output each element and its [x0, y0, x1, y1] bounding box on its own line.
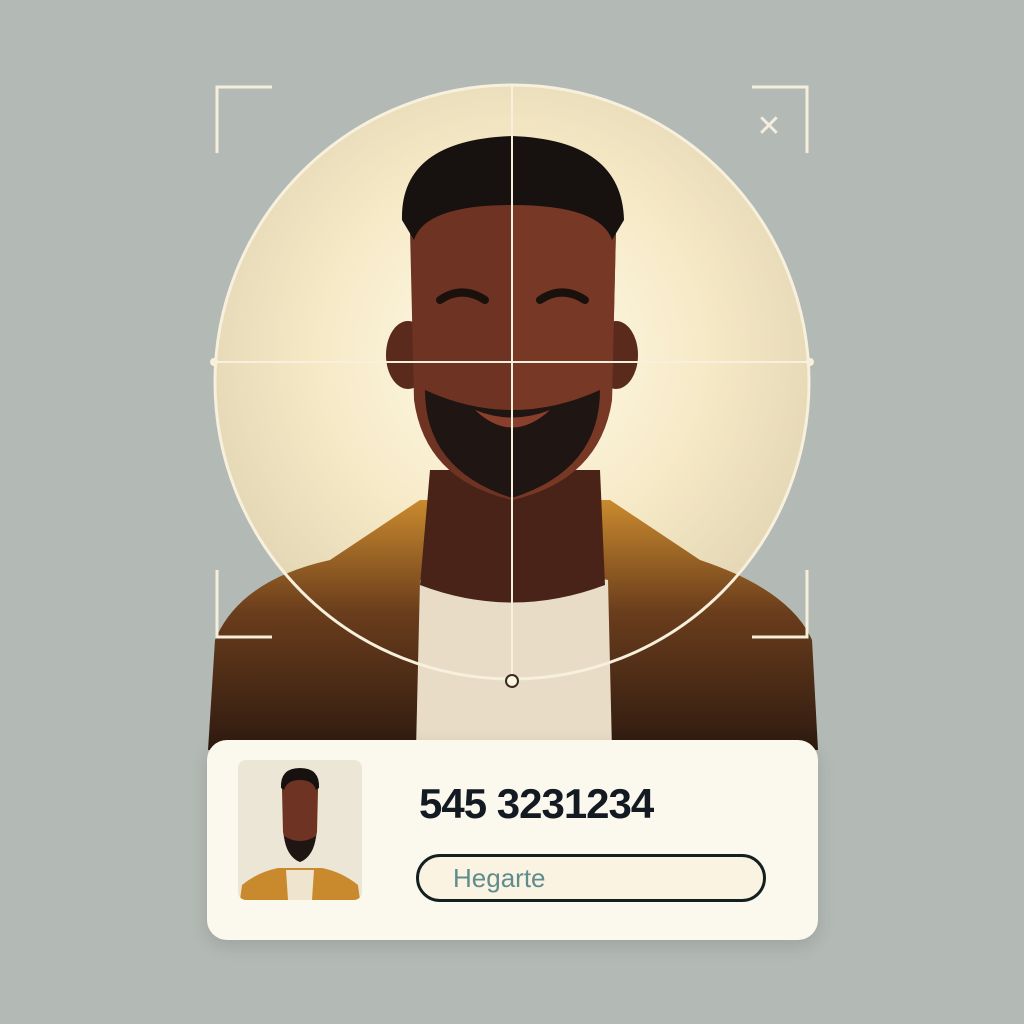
name-input-value: Hegarte	[453, 863, 546, 893]
identity-card: 545 3231234 Hegarte	[207, 740, 818, 940]
close-icon[interactable]: ✕	[754, 110, 784, 144]
avatar	[238, 760, 362, 900]
name-input[interactable]: Hegarte	[416, 854, 766, 902]
phone-number: 545 3231234	[419, 780, 654, 827]
